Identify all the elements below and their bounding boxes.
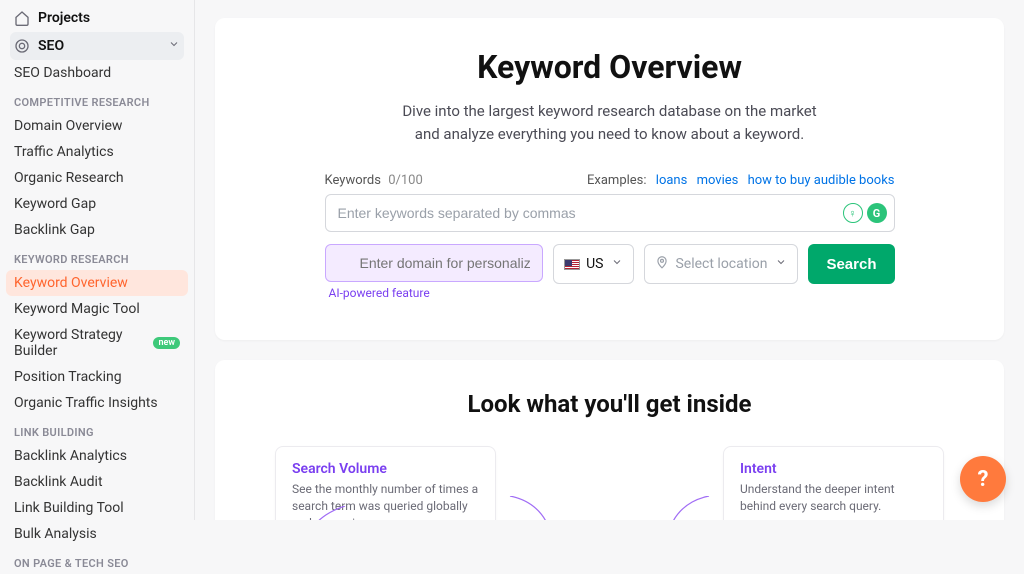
sidebar-item-organic-traffic-insights[interactable]: Organic Traffic Insights: [6, 390, 188, 416]
country-select[interactable]: US: [553, 244, 634, 284]
sidebar-item-label: Backlink Audit: [14, 474, 103, 490]
keywords-counter: 0/100: [388, 173, 423, 188]
sidebar-item-keyword-overview[interactable]: Keyword Overview: [6, 270, 188, 296]
sidebar-item-label: Keyword Strategy Builder: [14, 327, 147, 359]
sidebar-seo[interactable]: SEO: [10, 32, 184, 60]
help-button[interactable]: ?: [960, 456, 1006, 502]
bulb-icon[interactable]: ♀: [843, 203, 863, 223]
sidebar-group-on-page-tech-seo: ON PAGE & TECH SEO: [0, 547, 194, 574]
sidebar-item-label: Organic Traffic Insights: [14, 395, 158, 411]
sidebar-item-label: SEO Dashboard: [14, 65, 111, 81]
overview-card: Keyword Overview Dive into the largest k…: [215, 18, 1004, 340]
sidebar-group-link-building: LINK BUILDING: [0, 416, 194, 443]
sidebar-item-domain-overview[interactable]: Domain Overview: [6, 113, 188, 139]
sidebar-item-keyword-strategy-builder[interactable]: Keyword Strategy Builder new: [6, 322, 188, 364]
sidebar-item-label: Traffic Analytics: [14, 144, 114, 160]
info-desc: See the monthly number of times a search…: [292, 481, 479, 520]
country-value: US: [586, 256, 603, 272]
sidebar-projects-label: Projects: [38, 10, 90, 26]
sidebar-item-label: Backlink Analytics: [14, 448, 127, 464]
sidebar-item-label: Keyword Overview: [14, 275, 128, 291]
preview-title: Look what you'll get inside: [255, 390, 964, 418]
example-link[interactable]: movies: [697, 173, 739, 188]
sidebar-item-keyword-magic-tool[interactable]: Keyword Magic Tool: [6, 296, 188, 322]
info-title: Search Volume: [292, 461, 479, 477]
sidebar-item-backlink-audit[interactable]: Backlink Audit: [6, 469, 188, 495]
info-desc: Understand the deeper intent behind ever…: [740, 481, 927, 515]
chevron-down-icon: [168, 38, 180, 54]
sidebar-projects[interactable]: Projects: [10, 4, 184, 32]
sidebar: Projects SEO SEO Dashboard COMPETITIVE R…: [0, 0, 195, 520]
sidebar-item-label: Bulk Analysis: [14, 526, 97, 542]
subtitle-line-2: and analyze everything you need to know …: [415, 125, 804, 143]
sidebar-item-link-building-tool[interactable]: Link Building Tool: [6, 495, 188, 521]
sidebar-item-label: Domain Overview: [14, 118, 122, 134]
search-button[interactable]: Search: [808, 244, 894, 284]
keywords-input[interactable]: [325, 194, 895, 232]
sidebar-item-keyword-gap[interactable]: Keyword Gap: [6, 191, 188, 217]
keywords-label-row: Keywords 0/100: [325, 173, 423, 188]
target-icon: [14, 38, 30, 54]
page-title: Keyword Overview: [255, 48, 964, 86]
main-content: Keyword Overview Dive into the largest k…: [195, 0, 1024, 520]
keywords-label: Keywords: [325, 173, 381, 188]
examples-label: Examples:: [587, 173, 647, 188]
page-subtitle: Dive into the largest keyword research d…: [255, 100, 964, 145]
examples-row: Examples: loans movies how to buy audibl…: [587, 173, 894, 188]
location-placeholder: Select location: [675, 256, 767, 272]
subtitle-line-1: Dive into the largest keyword research d…: [402, 102, 816, 120]
example-link[interactable]: loans: [656, 173, 688, 188]
sidebar-item-label: Link Building Tool: [14, 500, 124, 516]
chevron-down-icon: [775, 256, 787, 272]
example-link[interactable]: how to buy audible books: [748, 173, 895, 188]
location-select[interactable]: Select location: [644, 244, 798, 284]
sidebar-item-traffic-analytics[interactable]: Traffic Analytics: [6, 139, 188, 165]
sidebar-item-label: Organic Research: [14, 170, 124, 186]
sidebar-item-label: Keyword Magic Tool: [14, 301, 140, 317]
domain-input[interactable]: [325, 244, 544, 282]
sidebar-item-bulk-analysis[interactable]: Bulk Analysis: [6, 521, 188, 547]
sidebar-item-label: Keyword Gap: [14, 196, 96, 212]
sidebar-group-keyword-research: KEYWORD RESEARCH: [0, 243, 194, 270]
info-intent: Intent Understand the deeper intent behi…: [723, 446, 944, 520]
preview-card: Look what you'll get inside Search Volum…: [215, 360, 1004, 520]
ai-feature-label: AI-powered feature: [325, 286, 544, 300]
pin-icon: [655, 255, 669, 273]
home-icon: [14, 10, 30, 26]
flag-us-icon: [564, 259, 580, 270]
sidebar-item-label: Position Tracking: [14, 369, 122, 385]
sidebar-item-label: Backlink Gap: [14, 222, 95, 238]
info-search-volume: Search Volume See the monthly number of …: [275, 446, 496, 520]
chevron-down-icon: [611, 256, 623, 272]
new-badge: new: [153, 337, 180, 349]
sidebar-item-seo-dashboard[interactable]: SEO Dashboard: [6, 60, 188, 86]
grammarly-icon[interactable]: G: [867, 203, 887, 223]
sidebar-item-organic-research[interactable]: Organic Research: [6, 165, 188, 191]
sidebar-item-backlink-gap[interactable]: Backlink Gap: [6, 217, 188, 243]
sidebar-item-backlink-analytics[interactable]: Backlink Analytics: [6, 443, 188, 469]
sidebar-item-position-tracking[interactable]: Position Tracking: [6, 364, 188, 390]
info-title: Intent: [740, 461, 927, 477]
sidebar-group-competitive-research: COMPETITIVE RESEARCH: [0, 86, 194, 113]
sidebar-seo-label: SEO: [38, 38, 64, 54]
